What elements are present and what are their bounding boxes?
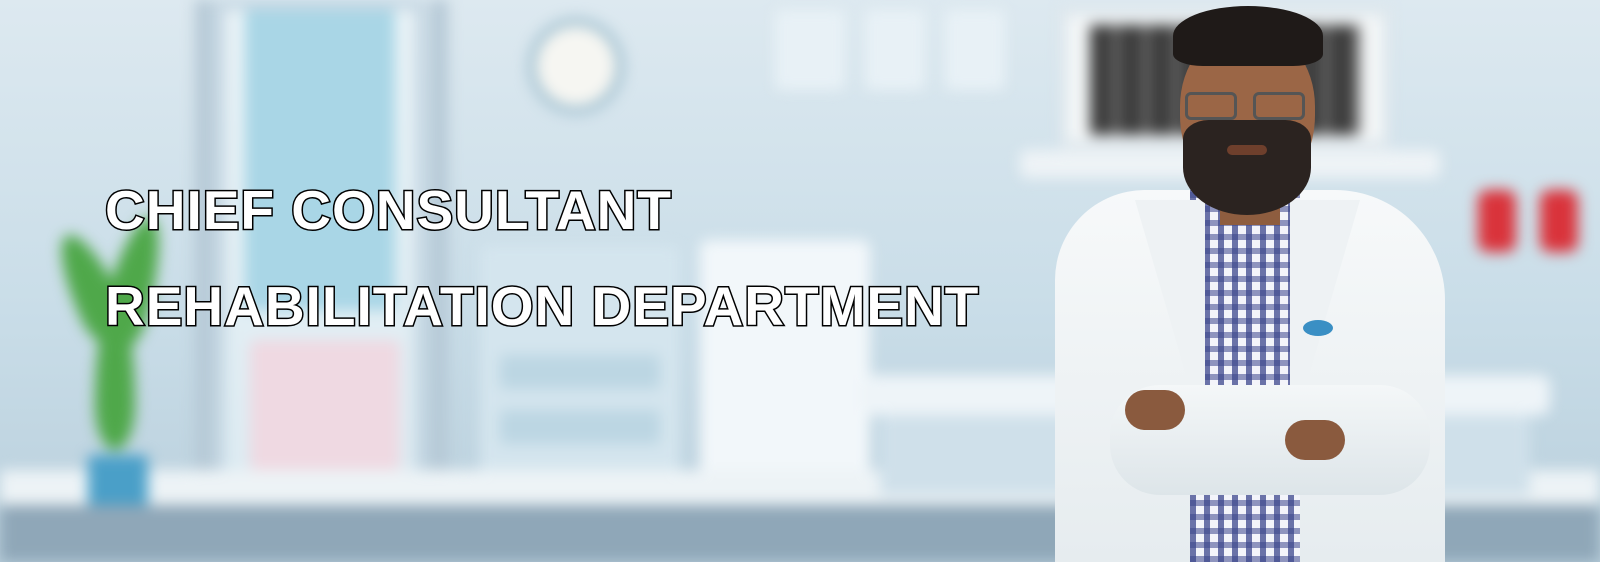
headline-title: CHIEF CONSULTANT: [103, 178, 672, 243]
checked-shirt: [1190, 190, 1300, 562]
doctor-portrait: [1055, 0, 1455, 562]
beard: [1183, 120, 1311, 215]
hero-banner: CHIEF CONSULTANT REHABILITATION DEPARTME…: [0, 0, 1600, 562]
hair: [1173, 6, 1323, 66]
clinic-logo-icon: [1280, 320, 1355, 365]
iv-bag: [1478, 190, 1516, 252]
headline-department: REHABILITATION DEPARTMENT: [103, 274, 980, 339]
glasses: [1185, 92, 1310, 122]
wall-clock: [528, 18, 624, 114]
banner-headline: CHIEF CONSULTANT REHABILITATION DEPARTME…: [103, 178, 980, 339]
